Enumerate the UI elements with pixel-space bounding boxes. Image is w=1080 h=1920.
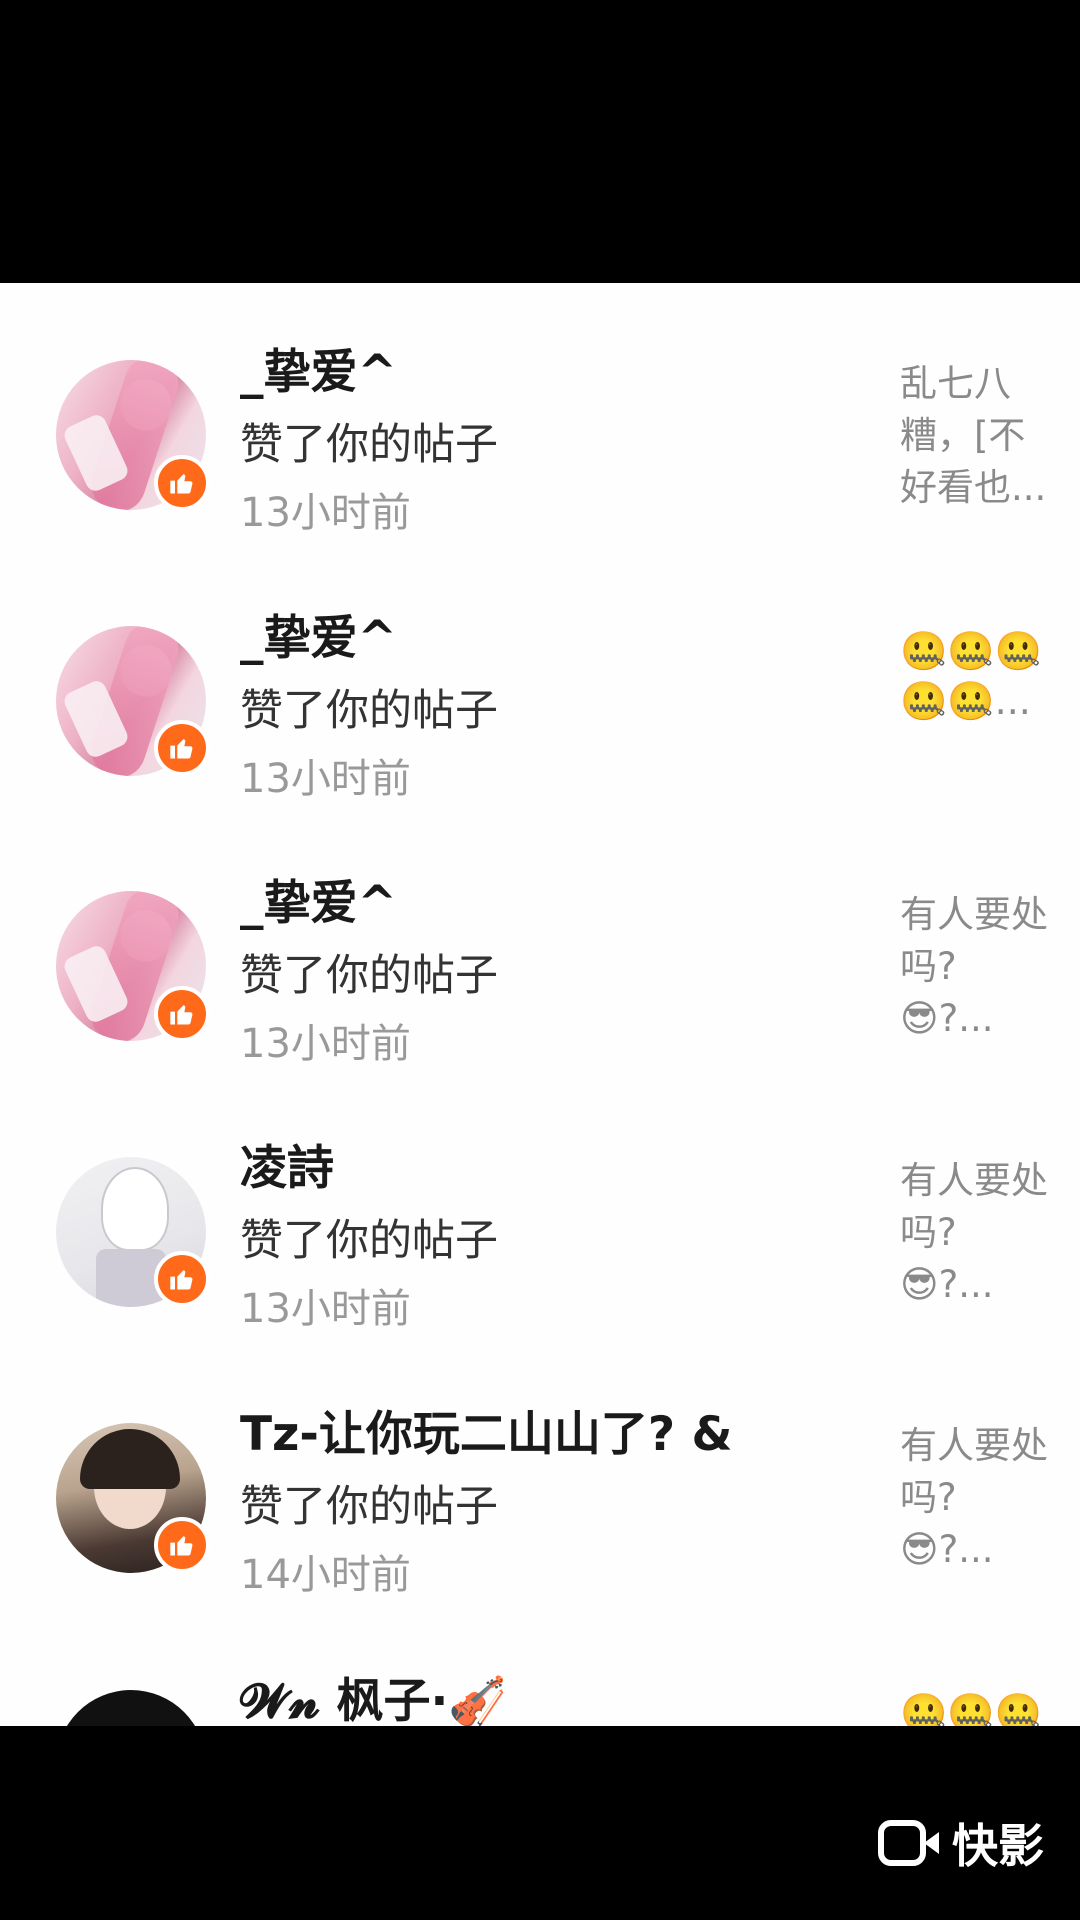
action-text: 赞了你的帖子 [240,1482,498,1532]
user-name[interactable]: _挚爱^ [240,333,397,402]
list-item[interactable]: 凌詩 赞了你的帖子 13小时前 有人要处吗?😎?... [0,1078,1080,1343]
post-preview[interactable]: 🤐🤐🤐🤐🤐... [900,626,1050,726]
user-name[interactable]: Tz-让你玩二山山了? & [240,1395,733,1464]
thumbs-up-icon [154,1517,210,1573]
avatar[interactable] [56,1690,206,1726]
list-item[interactable]: _挚爱^ 赞了你的帖子 13小时前 有人要处吗?😎?... [0,813,1080,1078]
post-preview[interactable]: 乱七八糟，[不好看也... [900,358,1050,514]
user-name[interactable]: 凌詩 [240,1129,334,1198]
list-item[interactable]: Tz-让你玩二山山了? & 赞了你的帖子 14小时前 有人要处吗?😎?... [0,1343,1080,1608]
action-text: 赞了你的帖子 [240,951,498,1001]
screen: _挚爱^ 赞了你的帖子 13小时前 乱七八糟，[不好看也... _挚爱^ 赞了你… [0,0,1080,1920]
user-name[interactable]: _挚爱^ [240,599,397,668]
user-name[interactable]: 𝓦𝓷 枫子·🎻 [240,1662,507,1726]
list-item[interactable]: _挚爱^ 赞了你的帖子 13小时前 🤐🤐🤐🤐🤐... [0,548,1080,813]
thumbs-up-icon [154,1251,210,1307]
watermark-text: 快影 [952,1819,1044,1873]
timestamp: 13小时前 [240,1021,411,1067]
user-name[interactable]: _挚爱^ [240,864,397,933]
thumbs-up-icon [154,455,210,511]
thumbs-up-icon [154,720,210,776]
action-text: 赞了你的帖子 [240,686,498,736]
action-text: 赞了你的帖子 [240,1216,498,1266]
timestamp: 14小时前 [240,1552,411,1598]
timestamp: 13小时前 [240,1286,411,1332]
post-preview[interactable]: 有人要处吗?😎?... [900,1420,1050,1576]
timestamp: 13小时前 [240,490,411,536]
post-preview[interactable]: 🤐🤐🤐 [900,1688,1050,1726]
notification-list: _挚爱^ 赞了你的帖子 13小时前 乱七八糟，[不好看也... _挚爱^ 赞了你… [0,283,1080,1726]
list-item[interactable]: _挚爱^ 赞了你的帖子 13小时前 乱七八糟，[不好看也... [0,283,1080,548]
thumbs-up-icon [154,986,210,1042]
timestamp: 13小时前 [240,756,411,802]
post-preview[interactable]: 有人要处吗?😎?... [900,1155,1050,1311]
post-preview[interactable]: 有人要处吗?😎?... [900,889,1050,1045]
action-text: 赞了你的帖子 [240,420,498,470]
kuaiying-watermark: 快影 [878,1810,1044,1876]
list-item[interactable]: 𝓦𝓷 枫子·🎻 🤐🤐🤐 [0,1608,1080,1726]
camera-logo-icon [878,1820,939,1866]
